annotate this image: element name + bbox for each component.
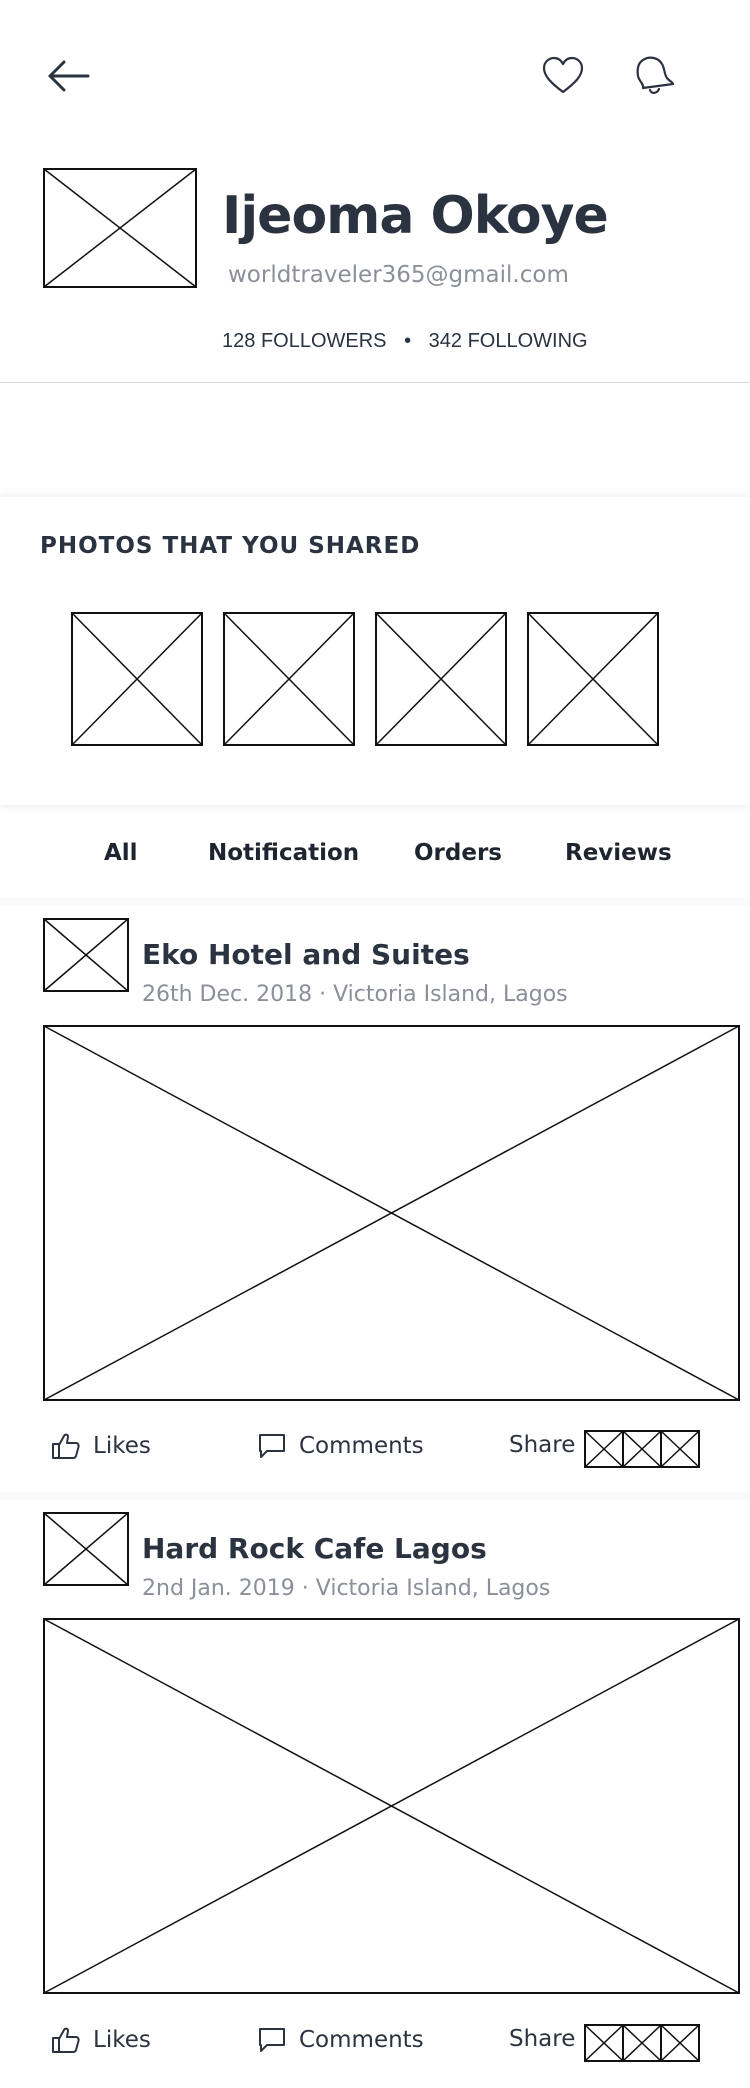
- post-meta: 2nd Jan. 2019 · Victoria Island, Lagos: [142, 1576, 551, 1601]
- thumbs-up-icon: [52, 1433, 80, 1459]
- post-avatar[interactable]: [43, 918, 129, 992]
- share-instagram-button[interactable]: [660, 2024, 700, 2062]
- comments-label: Comments: [299, 2027, 424, 2053]
- share-twitter-button[interactable]: [622, 2024, 662, 2062]
- back-button[interactable]: [44, 56, 92, 96]
- thumbs-up-icon: [52, 2027, 80, 2053]
- notifications-button[interactable]: [631, 54, 677, 98]
- comment-icon: [259, 2028, 285, 2052]
- bell-icon: [636, 56, 675, 94]
- share-instagram-button[interactable]: [660, 1430, 700, 1468]
- comments-label: Comments: [299, 1433, 424, 1459]
- share-label: Share: [509, 2026, 576, 2052]
- shared-photo[interactable]: [223, 612, 355, 746]
- shared-photo[interactable]: [71, 612, 203, 746]
- post-divider: [0, 1492, 750, 1500]
- share-label: Share: [509, 1432, 576, 1458]
- arrow-left-icon: [48, 60, 90, 92]
- post-divider: [0, 898, 750, 906]
- follow-stats: 128 FOLLOWERS • 342 FOLLOWING: [222, 330, 588, 353]
- tab-all[interactable]: All: [104, 840, 138, 866]
- profile-email: worldtraveler365@gmail.com: [228, 262, 569, 288]
- stats-separator: •: [404, 330, 412, 352]
- following-label[interactable]: FOLLOWING: [468, 330, 588, 352]
- share-facebook-button[interactable]: [584, 1430, 624, 1468]
- share-twitter-button[interactable]: [622, 1430, 662, 1468]
- likes-label: Likes: [93, 1433, 151, 1459]
- post-meta: 26th Dec. 2018 · Victoria Island, Lagos: [142, 982, 568, 1007]
- comment-button[interactable]: Comments: [257, 2026, 424, 2054]
- share-facebook-button[interactable]: [584, 2024, 624, 2062]
- like-button[interactable]: Likes: [51, 1432, 151, 1460]
- likes-label: Likes: [93, 2027, 151, 2053]
- header-divider: [0, 382, 750, 383]
- post-title[interactable]: Eko Hotel and Suites: [142, 938, 470, 971]
- post-title[interactable]: Hard Rock Cafe Lagos: [142, 1532, 487, 1565]
- avatar[interactable]: [43, 168, 197, 288]
- tab-reviews[interactable]: Reviews: [565, 840, 672, 866]
- post-image[interactable]: [43, 1618, 740, 1994]
- comment-icon: [259, 1434, 285, 1458]
- post-avatar[interactable]: [43, 1512, 129, 1586]
- tab-orders[interactable]: Orders: [414, 840, 502, 866]
- photos-section: PHOTOS THAT YOU SHARED: [0, 497, 750, 805]
- profile-name: Ijeoma Okoye: [222, 186, 609, 246]
- heart-icon: [542, 56, 584, 94]
- followers-label[interactable]: FOLLOWERS: [261, 330, 387, 352]
- post-image[interactable]: [43, 1025, 740, 1401]
- tab-notification[interactable]: Notification: [208, 840, 359, 866]
- like-button[interactable]: Likes: [51, 2026, 151, 2054]
- photos-heading: PHOTOS THAT YOU SHARED: [40, 533, 421, 559]
- shared-photo[interactable]: [527, 612, 659, 746]
- favorite-button[interactable]: [541, 56, 585, 96]
- shared-photo[interactable]: [375, 612, 507, 746]
- comment-button[interactable]: Comments: [257, 1432, 424, 1460]
- followers-count[interactable]: 128: [222, 330, 255, 352]
- following-count[interactable]: 342: [429, 330, 462, 352]
- feed-tabs: All Notification Orders Reviews: [0, 830, 750, 882]
